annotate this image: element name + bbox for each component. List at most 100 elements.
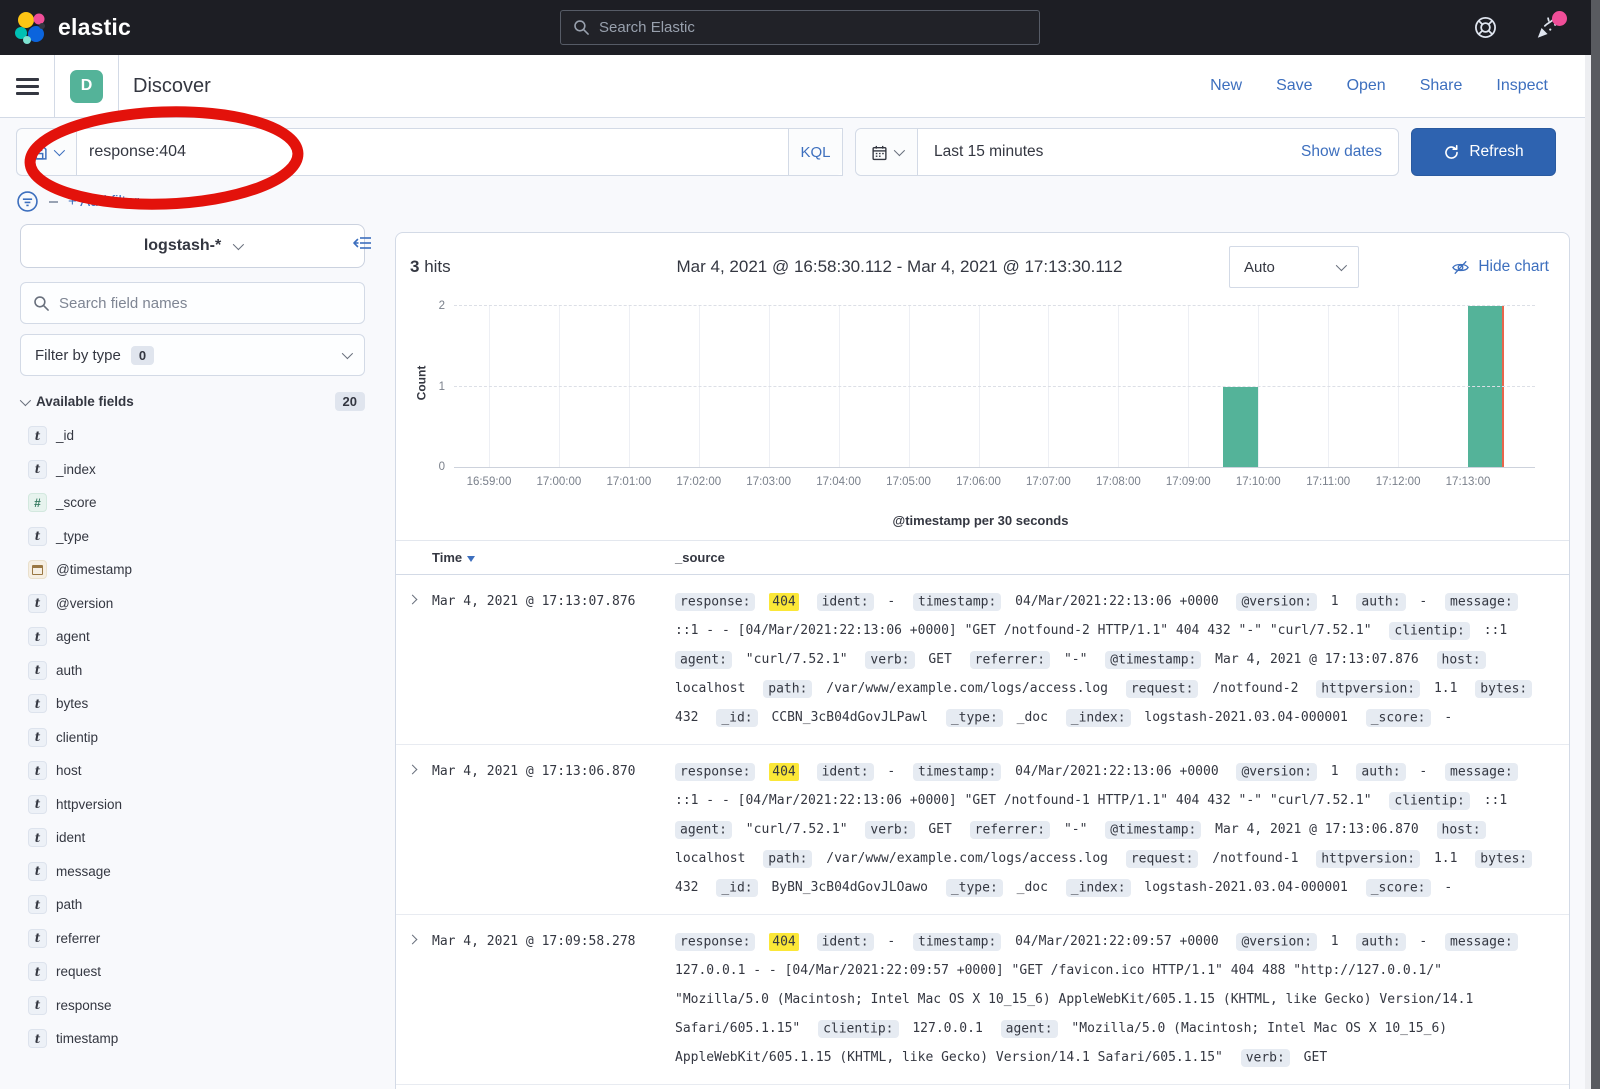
available-fields-header[interactable]: Available fields 20 xyxy=(20,392,365,411)
x-tick-label: 17:07:00 xyxy=(1026,476,1071,488)
save-button[interactable]: Save xyxy=(1276,77,1312,95)
x-gridline xyxy=(1398,306,1399,467)
field-item[interactable]: tpath xyxy=(28,888,365,922)
field-item[interactable]: tresponse xyxy=(28,989,365,1023)
field-label-pill: agent: xyxy=(1001,1020,1058,1038)
x-gridline xyxy=(1048,306,1049,467)
expand-row-icon[interactable] xyxy=(396,927,432,1072)
query-input[interactable]: response:404 KQL xyxy=(76,128,843,176)
share-button[interactable]: Share xyxy=(1420,77,1463,95)
expand-row-icon[interactable] xyxy=(396,587,432,732)
field-item[interactable]: tauth xyxy=(28,654,365,688)
field-item[interactable]: tident xyxy=(28,821,365,855)
menu-icon[interactable] xyxy=(0,55,55,118)
plot-area[interactable]: 012 xyxy=(454,306,1535,468)
x-tick-label: 17:12:00 xyxy=(1376,476,1421,488)
field-item[interactable]: t_index xyxy=(28,453,365,487)
global-search-input[interactable]: Search Elastic xyxy=(560,10,1040,45)
field-label-pill: agent: xyxy=(675,821,732,839)
field-label-pill: timestamp: xyxy=(913,933,1001,951)
chevron-down-icon xyxy=(342,348,353,359)
collapse-sidebar-icon[interactable] xyxy=(352,234,372,257)
newsfeed-icon[interactable] xyxy=(1534,15,1560,41)
x-gridline xyxy=(629,306,630,467)
row-source: response: 404 ident: - timestamp: 04/Mar… xyxy=(675,757,1569,902)
hide-chart-button[interactable]: Hide chart xyxy=(1359,258,1549,277)
field-type-string-icon: t xyxy=(28,694,47,713)
filter-icon[interactable] xyxy=(16,190,39,213)
time-range-value[interactable]: Last 15 minutes xyxy=(918,143,1043,161)
field-value: _doc xyxy=(1017,710,1048,725)
new-button[interactable]: New xyxy=(1210,77,1242,95)
elastic-logo[interactable]: elastic xyxy=(0,11,131,45)
field-item[interactable]: @timestamp xyxy=(28,553,365,587)
field-item[interactable]: t_id xyxy=(28,419,365,453)
open-button[interactable]: Open xyxy=(1347,77,1386,95)
field-label-pill: response: xyxy=(675,593,755,611)
field-label-pill: verb: xyxy=(1241,1049,1290,1067)
filter-by-type-count-badge: 0 xyxy=(131,346,154,365)
calendar-menu-button[interactable] xyxy=(856,129,918,175)
field-item[interactable]: trequest xyxy=(28,955,365,989)
interval-value: Auto xyxy=(1244,259,1275,276)
index-pattern-select[interactable]: logstash-* xyxy=(20,224,365,268)
interval-select[interactable]: Auto xyxy=(1229,246,1359,288)
field-item[interactable]: tclientip xyxy=(28,721,365,755)
field-value: 1 xyxy=(1331,764,1339,779)
add-filter-button[interactable]: + Add filter xyxy=(68,193,139,210)
y-axis-label: Count xyxy=(414,366,428,401)
saved-query-menu-button[interactable] xyxy=(16,128,76,176)
field-value: 1.1 xyxy=(1434,851,1457,866)
field-label-pill: referrer: xyxy=(970,821,1050,839)
field-value: "-" xyxy=(1064,822,1087,837)
filter-separator xyxy=(49,201,58,203)
help-icon[interactable] xyxy=(1472,15,1498,41)
field-item[interactable]: ttimestamp xyxy=(28,1022,365,1056)
page-content: response:404 KQL Last 15 minutes Show da… xyxy=(0,118,1600,1089)
field-name: request xyxy=(56,964,101,979)
field-item[interactable]: tbytes xyxy=(28,687,365,721)
refresh-button[interactable]: Refresh xyxy=(1411,128,1556,176)
field-value: logstash-2021.03.04-000001 xyxy=(1144,880,1348,895)
hide-chart-label: Hide chart xyxy=(1478,258,1549,276)
x-tick-label: 17:10:00 xyxy=(1236,476,1281,488)
field-item[interactable]: t@version xyxy=(28,587,365,621)
field-item[interactable]: thost xyxy=(28,754,365,788)
global-search-placeholder: Search Elastic xyxy=(599,19,695,36)
scrollbar-thumb[interactable] xyxy=(1591,0,1600,1089)
field-item[interactable]: thttpversion xyxy=(28,788,365,822)
field-value: GET xyxy=(928,822,951,837)
histogram-chart[interactable]: Count 012 16:59:0017:00:0017:01:0017:02:… xyxy=(402,298,1559,530)
table-body: Mar 4, 2021 @ 17:13:07.876response: 404 … xyxy=(396,575,1569,1085)
highlighted-value: 404 xyxy=(769,593,798,611)
x-gridline xyxy=(489,306,490,467)
field-value: ::1 xyxy=(1484,793,1507,808)
filter-by-type-select[interactable]: Filter by type 0 xyxy=(20,334,365,376)
column-header-time[interactable]: Time xyxy=(432,550,675,565)
x-gridline xyxy=(1118,306,1119,467)
field-item[interactable]: #_score xyxy=(28,486,365,520)
field-item[interactable]: tmessage xyxy=(28,855,365,889)
x-tick-label: 17:00:00 xyxy=(537,476,582,488)
documents-table: Time _source Mar 4, 2021 @ 17:13:07.876r… xyxy=(396,540,1569,1085)
search-icon xyxy=(573,19,590,36)
query-text[interactable]: response:404 xyxy=(77,143,788,161)
histogram-bar[interactable] xyxy=(1468,306,1503,467)
available-fields-count-badge: 20 xyxy=(335,392,365,411)
show-dates-button[interactable]: Show dates xyxy=(1301,143,1398,161)
query-language-button[interactable]: KQL xyxy=(788,129,842,175)
field-label-pill: auth: xyxy=(1356,763,1405,781)
histogram-bar[interactable] xyxy=(1223,387,1258,468)
field-name: path xyxy=(56,897,82,912)
field-item[interactable]: tagent xyxy=(28,620,365,654)
field-value: /var/www/example.com/logs/access.log xyxy=(826,851,1108,866)
field-label-pill: referrer: xyxy=(970,651,1050,669)
field-name: host xyxy=(56,763,82,778)
inspect-button[interactable]: Inspect xyxy=(1496,77,1548,95)
app-badge[interactable]: D xyxy=(70,70,103,103)
expand-row-icon[interactable] xyxy=(396,757,432,902)
x-tick-label: 16:59:00 xyxy=(467,476,512,488)
field-search-input[interactable]: Search field names xyxy=(20,282,365,324)
field-item[interactable]: t_type xyxy=(28,520,365,554)
field-item[interactable]: treferrer xyxy=(28,922,365,956)
